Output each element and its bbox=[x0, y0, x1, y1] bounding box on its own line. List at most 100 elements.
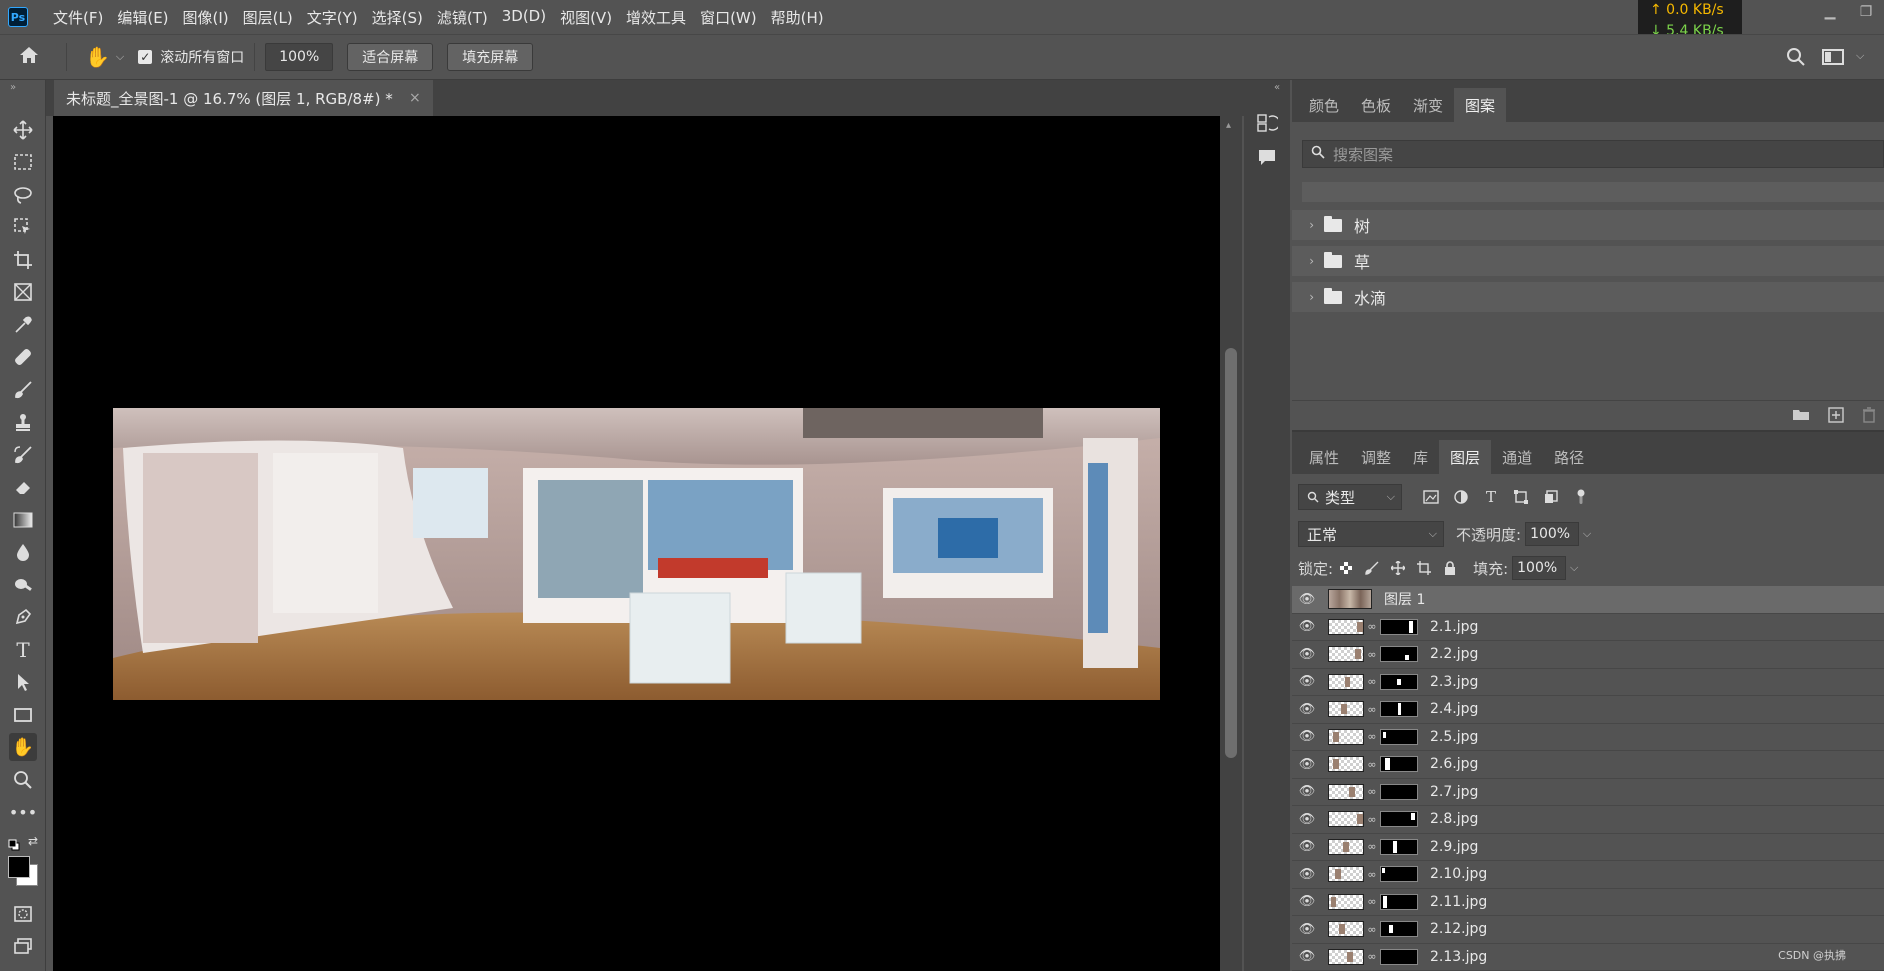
dodge-icon[interactable] bbox=[9, 571, 37, 599]
layer-row[interactable]: 👁 ∞ 2.9.jpg bbox=[1292, 834, 1884, 861]
default-colors-icon[interactable] bbox=[8, 836, 20, 851]
scroll-up-icon[interactable]: ▴ bbox=[1226, 120, 1231, 131]
blur-icon[interactable] bbox=[9, 538, 37, 566]
crop-icon[interactable] bbox=[9, 246, 37, 274]
pattern-group-water[interactable]: › 水滴 bbox=[1292, 282, 1884, 312]
fill-screen-button[interactable]: 填充屏幕 bbox=[447, 43, 534, 71]
chevron-right-icon[interactable]: › bbox=[1292, 290, 1314, 304]
menu-image[interactable]: 图像(I) bbox=[176, 7, 236, 28]
comments-icon[interactable] bbox=[1252, 142, 1282, 172]
menu-view[interactable]: 视图(V) bbox=[553, 7, 619, 28]
eye-icon[interactable]: 👁 bbox=[1292, 812, 1322, 827]
tab-patterns[interactable]: 图案 bbox=[1454, 88, 1507, 122]
eyedropper-icon[interactable] bbox=[9, 311, 37, 339]
eye-icon[interactable]: 👁 bbox=[1292, 702, 1322, 717]
brush-icon[interactable] bbox=[9, 376, 37, 404]
pixel-filter-icon[interactable] bbox=[1418, 484, 1444, 510]
new-pattern-icon[interactable] bbox=[1828, 407, 1844, 427]
tab-gradients[interactable]: 渐变 bbox=[1402, 88, 1454, 122]
layer-row[interactable]: 👁 ∞ 2.11.jpg bbox=[1292, 889, 1884, 916]
layer-row[interactable]: 👁 ∞ 2.12.jpg bbox=[1292, 916, 1884, 944]
eye-icon[interactable]: 👁 bbox=[1292, 674, 1322, 689]
lock-artboard-icon[interactable] bbox=[1411, 555, 1437, 581]
tab-paths[interactable]: 路径 bbox=[1543, 440, 1595, 474]
layer-row[interactable]: 👁 图层 1 bbox=[1292, 586, 1884, 614]
pattern-group-tree[interactable]: › 树 bbox=[1292, 210, 1884, 240]
path-select-icon[interactable] bbox=[9, 668, 37, 696]
hand-icon[interactable]: ✋ bbox=[9, 733, 37, 761]
eraser-icon[interactable] bbox=[9, 473, 37, 501]
scroll-all-checkbox[interactable]: ✓ bbox=[138, 50, 153, 64]
pattern-group-grass[interactable]: › 草 bbox=[1292, 246, 1884, 276]
adjustment-filter-icon[interactable] bbox=[1448, 484, 1474, 510]
restore-icon[interactable]: ❐ bbox=[1848, 0, 1884, 24]
menu-filter[interactable]: 滤镜(T) bbox=[430, 7, 495, 28]
menu-edit[interactable]: 编辑(E) bbox=[110, 7, 175, 28]
vertical-scrollbar[interactable]: ▴ bbox=[1220, 116, 1242, 971]
eye-icon[interactable]: 👁 bbox=[1292, 922, 1322, 937]
chevron-down-icon[interactable]: ⌵ bbox=[1579, 522, 1595, 546]
menu-help[interactable]: 帮助(H) bbox=[764, 7, 831, 28]
eye-icon[interactable]: 👁 bbox=[1292, 592, 1322, 607]
marquee-icon[interactable] bbox=[9, 148, 37, 176]
lock-pixels-icon[interactable] bbox=[1359, 555, 1385, 581]
object-select-icon[interactable] bbox=[9, 213, 37, 241]
layer-row[interactable]: 👁 ∞ 2.8.jpg bbox=[1292, 806, 1884, 834]
eye-icon[interactable]: 👁 bbox=[1292, 647, 1322, 662]
menu-window[interactable]: 窗口(W) bbox=[693, 7, 764, 28]
tab-libraries[interactable]: 库 bbox=[1402, 440, 1439, 474]
layer-row[interactable]: 👁 ∞ 2.5.jpg bbox=[1292, 724, 1884, 751]
collapse-icon[interactable]: » bbox=[10, 82, 16, 93]
layer-row[interactable]: 👁 ∞ 2.4.jpg bbox=[1292, 696, 1884, 724]
menu-type[interactable]: 文字(Y) bbox=[300, 7, 365, 28]
pen-icon[interactable] bbox=[9, 603, 37, 631]
chevron-down-icon[interactable]: ⌵ bbox=[1566, 556, 1582, 580]
layer-kind-filter[interactable]: 类型 ⌵ bbox=[1298, 484, 1402, 510]
screen-mode-icon[interactable] bbox=[9, 932, 37, 960]
eye-icon[interactable]: 👁 bbox=[1292, 839, 1322, 854]
tab-color[interactable]: 颜色 bbox=[1298, 88, 1350, 122]
eye-icon[interactable]: 👁 bbox=[1292, 619, 1322, 634]
zoom-icon[interactable] bbox=[9, 766, 37, 794]
history-icon[interactable] bbox=[1252, 108, 1282, 138]
search-icon[interactable] bbox=[1786, 47, 1806, 72]
lock-transparent-icon[interactable] bbox=[1333, 555, 1359, 581]
lock-position-icon[interactable] bbox=[1385, 555, 1411, 581]
shape-filter-icon[interactable] bbox=[1508, 484, 1534, 510]
close-icon[interactable]: × bbox=[409, 90, 421, 106]
layer-row[interactable]: 👁 ∞ 2.6.jpg bbox=[1292, 751, 1884, 779]
tab-adjustments[interactable]: 调整 bbox=[1350, 440, 1402, 474]
menu-plugins[interactable]: 增效工具 bbox=[619, 7, 693, 28]
chevron-right-icon[interactable]: › bbox=[1292, 254, 1314, 268]
fit-screen-button[interactable]: 适合屏幕 bbox=[347, 43, 434, 71]
type-filter-icon[interactable]: T bbox=[1478, 484, 1504, 510]
minimize-icon[interactable]: ▁ bbox=[1812, 0, 1848, 24]
eye-icon[interactable]: 👁 bbox=[1292, 729, 1322, 744]
eye-icon[interactable]: 👁 bbox=[1292, 894, 1322, 909]
gradient-icon[interactable] bbox=[9, 506, 37, 534]
eye-icon[interactable]: 👁 bbox=[1292, 949, 1322, 964]
lock-all-icon[interactable] bbox=[1437, 555, 1463, 581]
stamp-icon[interactable] bbox=[9, 408, 37, 436]
rectangle-icon[interactable] bbox=[9, 701, 37, 729]
eye-icon[interactable]: 👁 bbox=[1292, 867, 1322, 882]
chevron-right-icon[interactable]: › bbox=[1292, 218, 1314, 232]
pattern-search-input[interactable]: 搜索图案 bbox=[1302, 140, 1884, 168]
tab-properties[interactable]: 属性 bbox=[1298, 440, 1350, 474]
layer-row[interactable]: 👁 ∞ 2.1.jpg bbox=[1292, 614, 1884, 641]
foreground-color-swatch[interactable] bbox=[8, 856, 30, 878]
menu-select[interactable]: 选择(S) bbox=[365, 7, 430, 28]
layer-row[interactable]: 👁 ∞ 2.2.jpg bbox=[1292, 641, 1884, 669]
hand-tool-icon[interactable]: ✋ bbox=[85, 45, 110, 69]
layer-row[interactable]: 👁 ∞ 2.7.jpg bbox=[1292, 779, 1884, 806]
blend-mode-select[interactable]: 正常 ⌵ bbox=[1298, 521, 1444, 547]
chevron-down-icon[interactable]: ⌵ bbox=[1856, 49, 1864, 63]
eye-icon[interactable]: 👁 bbox=[1292, 757, 1322, 772]
workspace-icon[interactable] bbox=[1822, 47, 1844, 72]
expand-icon[interactable]: « bbox=[1274, 82, 1280, 93]
eye-icon[interactable]: 👁 bbox=[1292, 784, 1322, 799]
history-brush-icon[interactable] bbox=[9, 441, 37, 469]
frame-icon[interactable] bbox=[9, 278, 37, 306]
home-icon[interactable] bbox=[18, 45, 56, 70]
more-icon[interactable]: ••• bbox=[9, 798, 37, 826]
